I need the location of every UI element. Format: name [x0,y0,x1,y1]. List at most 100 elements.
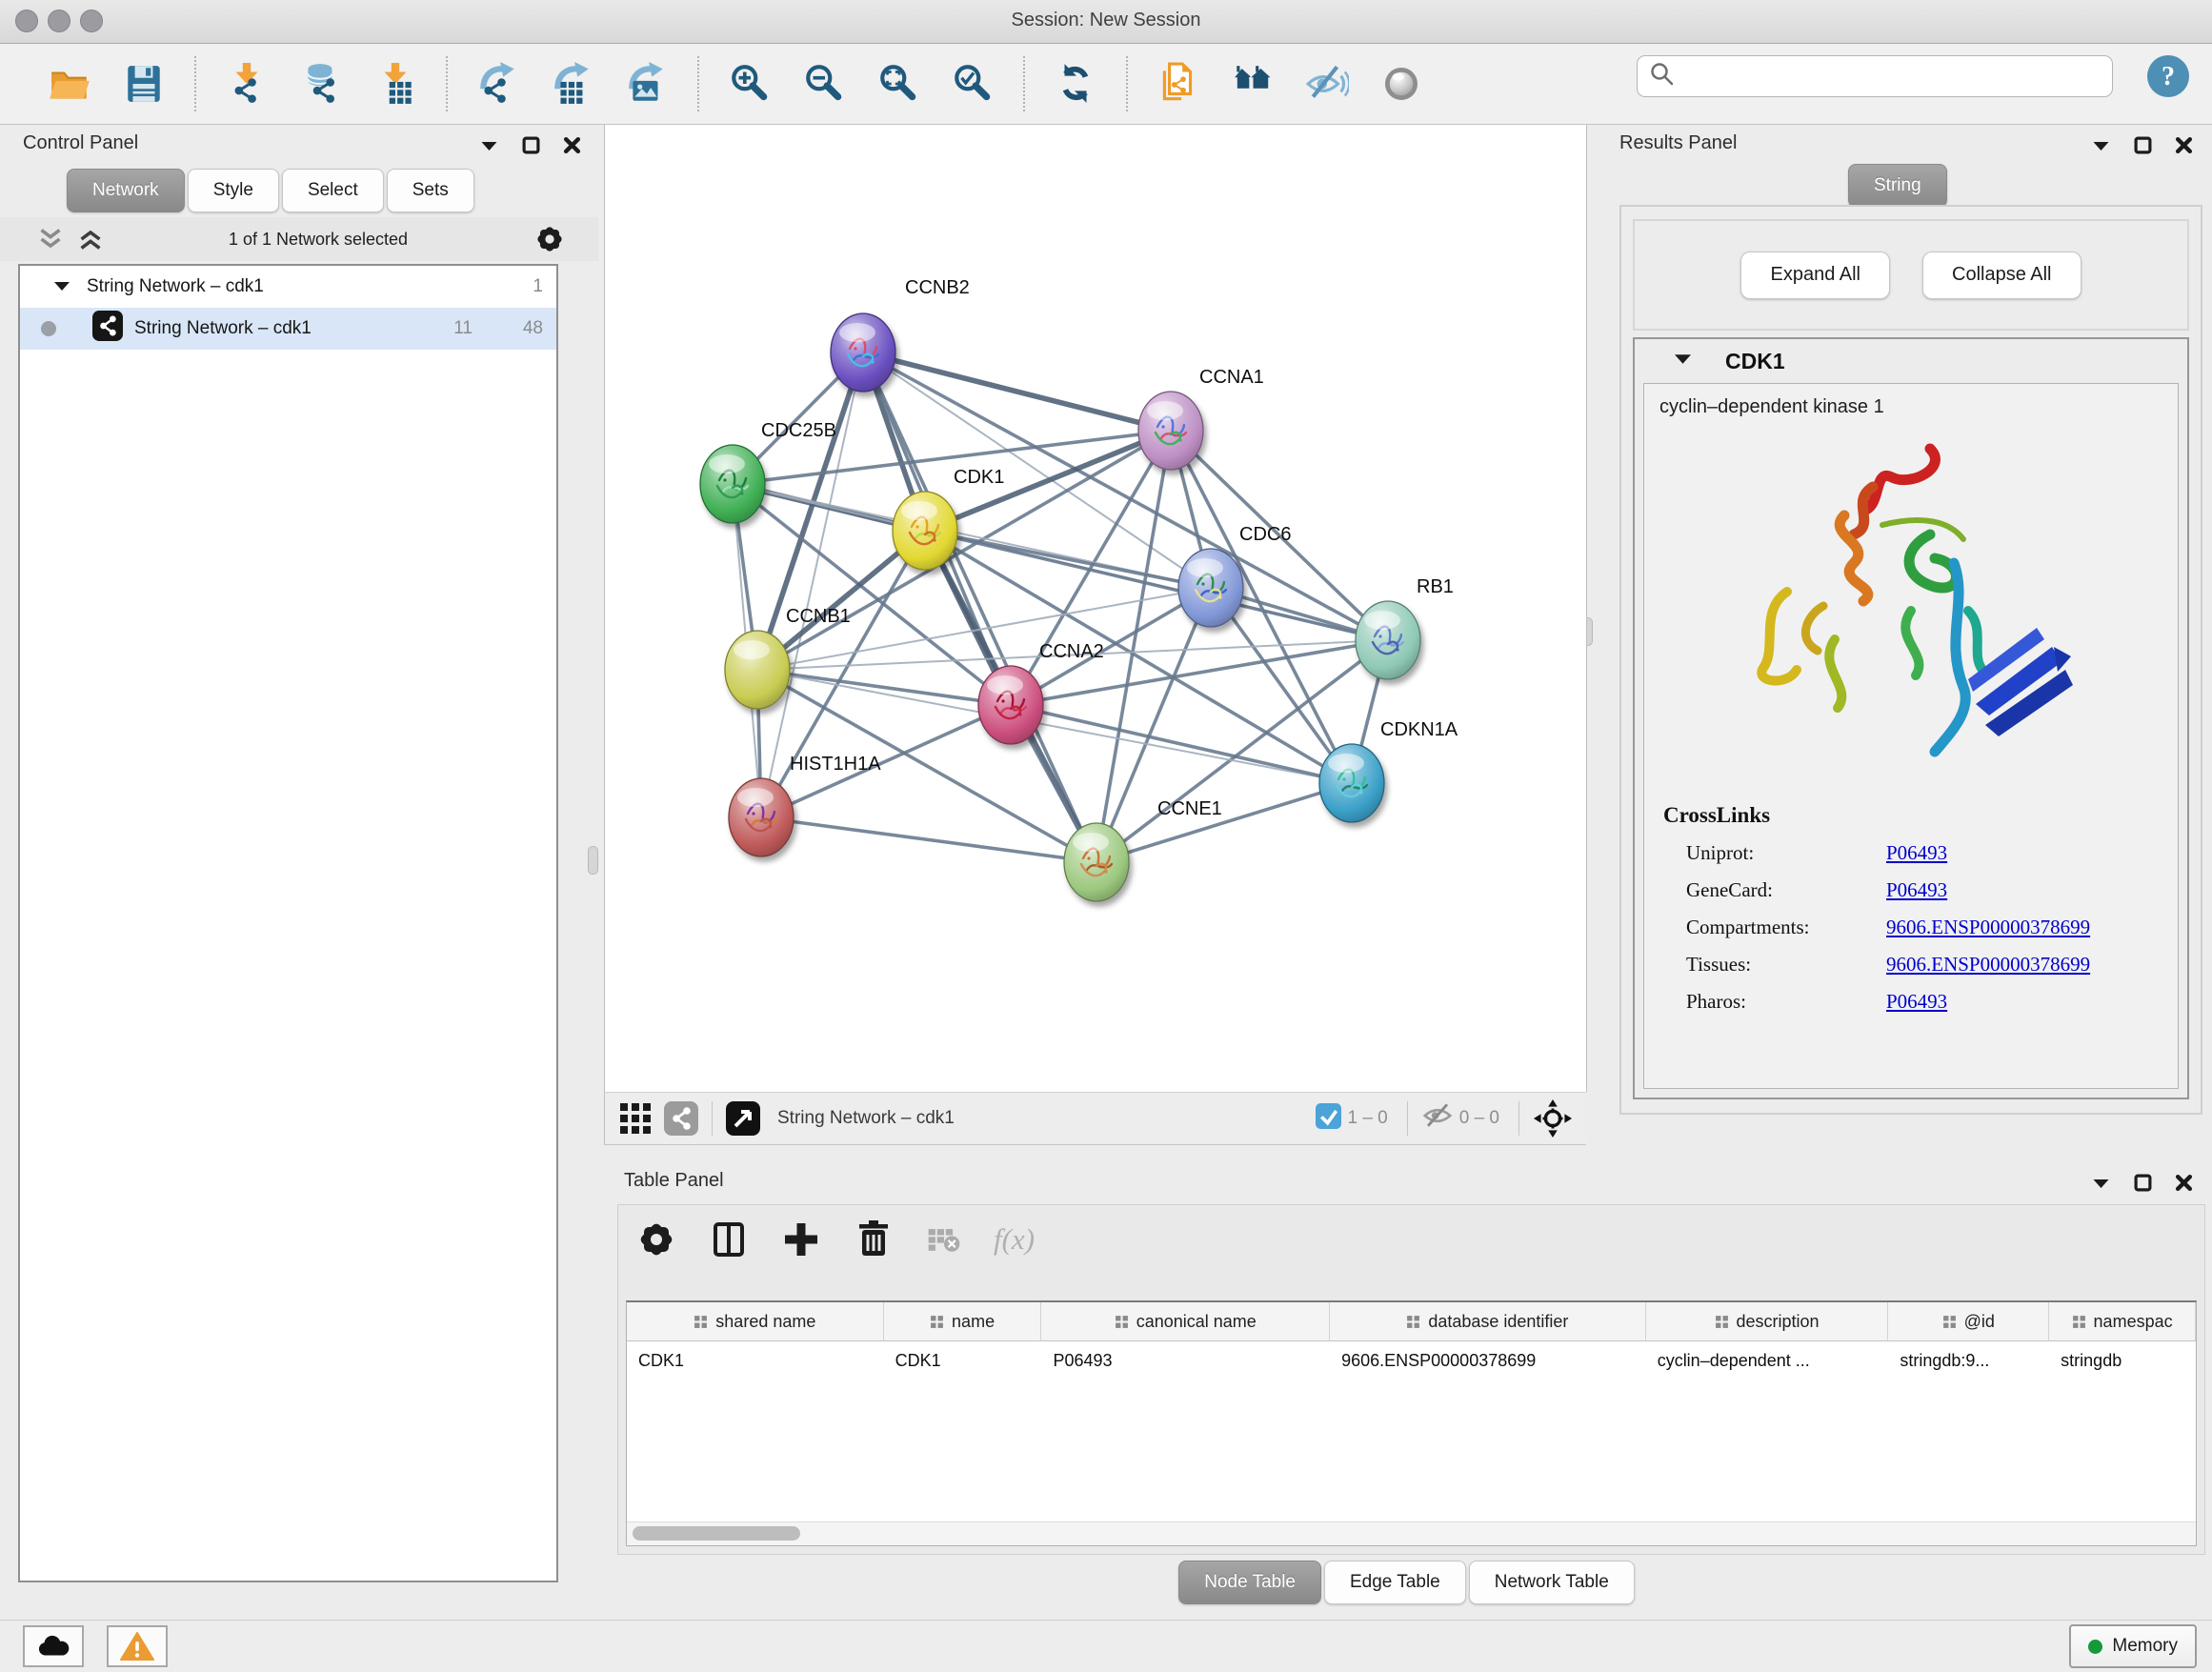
table-horizontal-scrollbar[interactable] [627,1521,2196,1545]
selected-checkbox-icon[interactable] [1316,1103,1341,1135]
search-input[interactable] [1683,65,2112,88]
panel-close-icon[interactable] [2175,136,2193,154]
help-button[interactable]: ? [2145,53,2191,99]
delete-table-icon[interactable] [925,1220,963,1259]
table-settings-gear-icon[interactable] [635,1219,677,1260]
network-node-CCNA1[interactable] [1138,392,1203,470]
save-session-button[interactable] [107,50,181,117]
network-edge-CCNA2-CDKN1A[interactable] [1011,705,1352,783]
network-edge-CDK1-RB1[interactable] [925,531,1388,640]
hidden-eye-slash-icon[interactable] [1421,1101,1454,1136]
crosslink-link[interactable]: 9606.ENSP00000378699 [1886,916,2090,939]
tab-network[interactable]: Network [67,169,185,212]
network-edge-CCNB2-CCNE1[interactable] [863,353,1096,862]
tab-style[interactable]: Style [188,169,279,212]
hide-glass-effect-button[interactable] [1290,50,1364,117]
column-header-name[interactable]: name [884,1302,1042,1340]
tab-node-table[interactable]: Node Table [1178,1561,1321,1604]
import-network-from-file-button[interactable] [210,50,284,117]
scrollbar-thumb[interactable] [633,1526,800,1541]
network-edge-CDKN1A-CCNE1[interactable] [1096,783,1352,862]
network-node-CCNA2[interactable] [978,666,1043,744]
network-share-icon[interactable] [664,1101,698,1136]
memory-button[interactable]: Memory [2069,1624,2197,1668]
tab-select[interactable]: Select [282,169,384,212]
export-table-button[interactable] [535,50,610,117]
column-header-database-identifier[interactable]: database identifier [1330,1302,1646,1340]
collapse-all-networks-icon[interactable] [38,227,63,252]
panel-float-triangle-icon[interactable] [479,139,499,152]
column-header-shared-name[interactable]: shared name [627,1302,884,1340]
expand-all-networks-icon[interactable] [78,227,103,252]
expand-all-button[interactable]: Expand All [1740,252,1890,299]
tab-edge-table[interactable]: Edge Table [1324,1561,1466,1604]
import-table-from-file-button[interactable] [358,50,432,117]
network-node-CDC6[interactable] [1178,549,1243,627]
show-grid-icon[interactable] [618,1101,653,1136]
panel-close-icon[interactable] [563,136,581,154]
network-node-CCNE1[interactable] [1064,823,1129,901]
export-image-button[interactable] [610,50,684,117]
network-node-CDKN1A[interactable] [1319,744,1384,822]
zoom-in-button[interactable] [713,50,787,117]
network-edge-HIST1H1A-CCNE1[interactable] [761,817,1096,862]
network-options-gear-icon[interactable] [533,223,566,255]
network-edge-CCNB2-CCNA1[interactable] [863,353,1171,431]
warning-status-button[interactable] [107,1625,168,1667]
string-home-button[interactable] [1216,50,1290,117]
function-builder-icon[interactable]: f(x) [994,1222,1035,1257]
panel-float-triangle-icon[interactable] [2091,139,2111,152]
network-node-RB1[interactable] [1356,601,1420,679]
tab-network-table[interactable]: Network Table [1469,1561,1635,1604]
network-row[interactable]: String Network – cdk1 11 48 [20,308,556,350]
network-node-CCNB1[interactable] [725,631,790,709]
birdseye-crosshair-icon[interactable] [1533,1098,1573,1138]
panel-close-icon[interactable] [2175,1174,2193,1192]
network-edge-CDC6-CCNE1[interactable] [1096,588,1211,862]
network-node-CCNB2[interactable] [831,313,895,392]
column-header-description[interactable]: description [1646,1302,1889,1340]
delete-column-trash-icon[interactable] [853,1219,895,1260]
network-edge-CCNB2-RB1[interactable] [863,353,1388,640]
zoom-selected-button[interactable] [935,50,1010,117]
column-header--id[interactable]: @id [1888,1302,2049,1340]
protein-section-header[interactable]: CDK1 [1635,339,2187,383]
panel-maximize-icon[interactable] [2134,1174,2152,1192]
export-network-button[interactable] [461,50,535,117]
column-header-namespac[interactable]: namespac [2049,1302,2196,1340]
panel-maximize-icon[interactable] [522,136,540,154]
collection-disclosure-triangle-icon[interactable] [54,276,70,297]
panel-float-triangle-icon[interactable] [2091,1177,2111,1190]
tab-string[interactable]: String [1848,164,1947,208]
zoom-fit-button[interactable] [861,50,935,117]
network-graph[interactable]: CCNB2CCNA1CDC25BCDK1CDC6RB1CCNB1CCNA2CDK… [605,125,1586,1092]
crosslink-link[interactable]: P06493 [1886,990,1947,1014]
add-column-icon[interactable] [780,1219,822,1260]
open-in-string-web-button[interactable] [1141,50,1216,117]
network-node-CDC25B[interactable] [700,445,765,523]
table-row[interactable]: CDK1CDK1P064939606.ENSP00000378699cyclin… [627,1341,2196,1380]
crosslink-link[interactable]: P06493 [1886,841,1947,865]
left-splitter-handle[interactable] [588,846,598,875]
network-node-HIST1H1A[interactable] [729,778,794,856]
cloud-status-button[interactable] [23,1625,84,1667]
detach-view-icon[interactable] [726,1101,760,1136]
zoom-out-button[interactable] [787,50,861,117]
network-canvas[interactable]: CCNB2CCNA1CDC25BCDK1CDC6RB1CCNB1CCNA2CDK… [604,125,1587,1092]
glass-ball-effect-button[interactable] [1364,50,1438,117]
table-cell: stringdb:9... [1888,1341,2049,1380]
network-node-CDK1[interactable] [893,492,957,570]
tab-sets[interactable]: Sets [387,169,474,212]
collapse-all-button[interactable]: Collapse All [1922,252,2081,299]
show-columns-icon[interactable] [708,1219,750,1260]
column-header-canonical-name[interactable]: canonical name [1041,1302,1330,1340]
protein-disclosure-triangle-icon[interactable] [1675,353,1691,370]
open-session-button[interactable] [32,50,107,117]
panel-maximize-icon[interactable] [2134,136,2152,154]
crosslink-link[interactable]: 9606.ENSP00000378699 [1886,953,2090,977]
crosslink-link[interactable]: P06493 [1886,878,1947,902]
network-collection-row[interactable]: String Network – cdk1 1 [20,266,556,308]
import-network-from-database-button[interactable] [284,50,358,117]
refresh-view-button[interactable] [1038,50,1113,117]
search-box[interactable] [1637,55,2113,97]
